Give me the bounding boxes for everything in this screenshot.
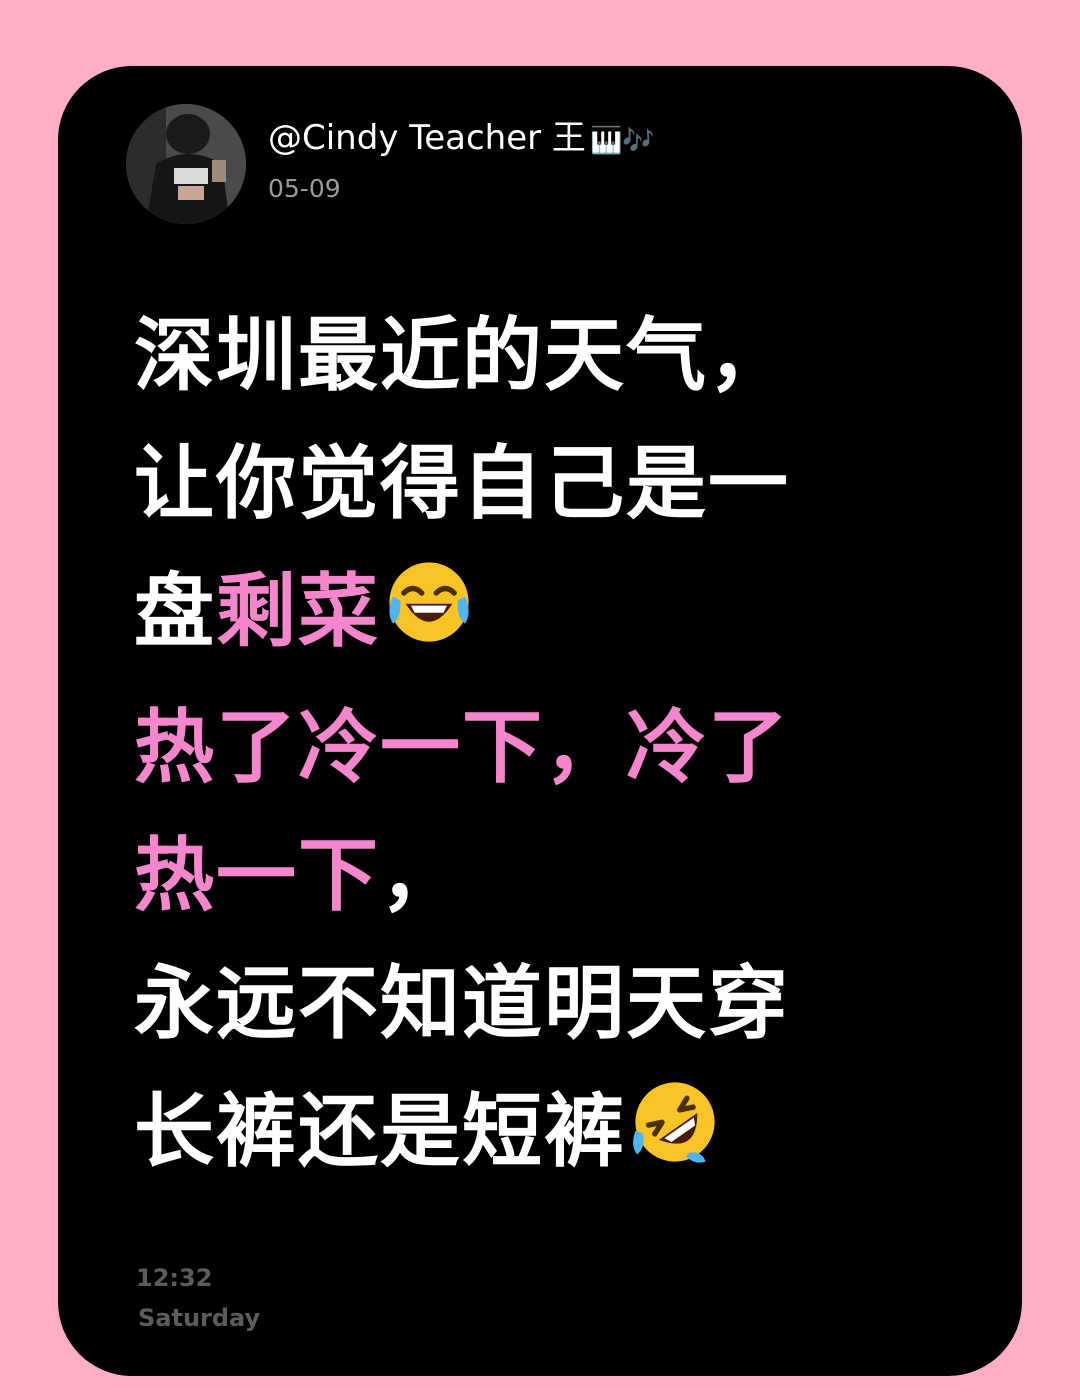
post-date: 05-09 — [268, 174, 341, 203]
message-text: ， — [380, 829, 462, 922]
post-message: 深圳最近的天气， 让你觉得自己是一 盘剩菜 热了冷一下，冷了 热一下， 永远不知… — [134, 292, 934, 1204]
message-text: 永远不知道明天穿 — [134, 957, 790, 1050]
username[interactable]: @Cindy Teacher 王 🎹🎶 — [268, 110, 655, 159]
message-text: 让你觉得自己是一 — [134, 437, 790, 530]
message-text: 长裤还是短裤 — [134, 1085, 626, 1178]
face-with-tears-of-joy-icon — [384, 556, 474, 684]
clock-day: Saturday — [138, 1304, 261, 1332]
message-line: 盘剩菜 — [134, 548, 934, 684]
avatar[interactable] — [126, 104, 246, 224]
message-highlight: 剩菜 — [216, 565, 380, 658]
post-card: @Cindy Teacher 王 🎹🎶 05-09 深圳最近的天气， 让你觉得自己… — [58, 66, 1022, 1376]
username-text: @Cindy Teacher 王 — [268, 118, 586, 158]
message-line: 深圳最近的天气， — [134, 292, 934, 420]
username-emoji: 🎹🎶 — [589, 126, 655, 156]
message-highlight: 热了冷一下，冷了 — [134, 701, 790, 794]
message-line: 永远不知道明天穿 — [134, 940, 934, 1068]
rolling-on-floor-laughing-icon — [630, 1076, 720, 1204]
message-line: 长裤还是短裤 — [134, 1068, 934, 1204]
message-line: 热了冷一下，冷了 — [134, 684, 934, 812]
message-text: 深圳最近的天气， — [134, 309, 790, 402]
clock-time: 12:32 — [136, 1264, 213, 1292]
message-line: 让你觉得自己是一 — [134, 420, 934, 548]
message-line: 热一下， — [134, 812, 934, 940]
message-text: 盘 — [134, 565, 216, 658]
message-highlight: 热一下 — [134, 829, 380, 922]
